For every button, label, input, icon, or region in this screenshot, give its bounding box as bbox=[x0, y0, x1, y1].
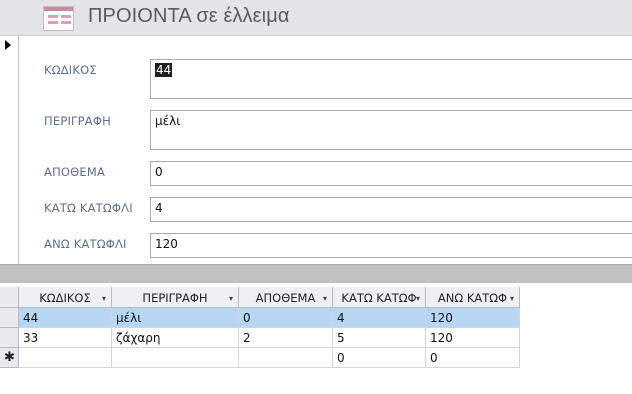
label-apothema: ΑΠΟΘΕΜΑ bbox=[44, 165, 106, 179]
label-kato-katofli: ΚΑΤΩ ΚΑΤΩΦΛΙ bbox=[44, 201, 133, 215]
cell-kato-katofli[interactable]: 4 bbox=[333, 308, 426, 328]
column-header-perigrafi[interactable]: ΠΕΡΙΓΡΑΦΗ ▾ bbox=[112, 287, 239, 308]
cell-kodikos[interactable]: 44 bbox=[19, 308, 112, 328]
sort-dropdown-icon[interactable]: ▾ bbox=[229, 294, 233, 303]
field-apothema[interactable]: 0 bbox=[150, 161, 632, 186]
field-ano-katofli-value: 120 bbox=[155, 237, 178, 251]
cell-apothema[interactable] bbox=[239, 348, 333, 368]
field-apothema-value: 0 bbox=[155, 165, 163, 179]
column-header-kato-katofli[interactable]: ΚΑΤΩ ΚΑΤΩΦ ▾ bbox=[333, 287, 426, 308]
cell-ano-katofli[interactable]: 120 bbox=[426, 328, 520, 348]
field-kato-katofli[interactable]: 4 bbox=[150, 197, 632, 222]
new-record-row[interactable]: ✱ 0 0 bbox=[0, 348, 520, 368]
datasheet: ΚΩΔΙΚΟΣ ▾ ΠΕΡΙΓΡΑΦΗ ▾ ΑΠΟΘΕΜΑ ▾ ΚΑΤΩ ΚΑΤΩΦ ▾… bbox=[0, 283, 632, 394]
label-kodikos: ΚΩΔΙΚΟΣ bbox=[44, 63, 97, 77]
select-all-corner[interactable] bbox=[0, 287, 19, 308]
label-ano-katofli: ΑΝΩ ΚΑΤΩΦΛΙ bbox=[44, 237, 127, 251]
cell-apothema[interactable]: 0 bbox=[239, 308, 333, 328]
cell-kato-katofli[interactable]: 5 bbox=[333, 328, 426, 348]
field-perigrafi[interactable]: μέλι bbox=[150, 110, 632, 150]
sort-dropdown-icon[interactable]: ▾ bbox=[323, 294, 327, 303]
row-selector[interactable]: ✱ bbox=[0, 348, 19, 368]
table-row[interactable]: 33 ζάχαρη 2 5 120 bbox=[0, 328, 520, 348]
form-icon bbox=[43, 6, 74, 31]
column-header-apothema[interactable]: ΑΠΟΘΕΜΑ ▾ bbox=[239, 287, 333, 308]
form-header: ΠΡΟΙΟΝΤΑ σε έλλειμα bbox=[0, 0, 632, 36]
row-selector[interactable] bbox=[0, 308, 19, 328]
split-form-splitter[interactable] bbox=[0, 264, 632, 283]
new-record-icon: ✱ bbox=[4, 350, 15, 365]
field-kodikos[interactable]: 44 bbox=[150, 59, 632, 99]
sort-dropdown-icon[interactable]: ▾ bbox=[102, 294, 106, 303]
datasheet-header-row: ΚΩΔΙΚΟΣ ▾ ΠΕΡΙΓΡΑΦΗ ▾ ΑΠΟΘΕΜΑ ▾ ΚΑΤΩ ΚΑΤΩΦ ▾… bbox=[0, 287, 520, 308]
column-header-kodikos[interactable]: ΚΩΔΙΚΟΣ ▾ bbox=[19, 287, 112, 308]
cell-kato-katofli[interactable]: 0 bbox=[333, 348, 426, 368]
column-header-ano-katofli[interactable]: ΑΝΩ ΚΑΤΩΦ ▾ bbox=[426, 287, 520, 308]
cell-ano-katofli[interactable]: 0 bbox=[426, 348, 520, 368]
sort-dropdown-icon[interactable]: ▾ bbox=[510, 294, 514, 303]
sort-dropdown-icon[interactable]: ▾ bbox=[416, 294, 420, 303]
table-row[interactable]: 44 μέλι 0 4 120 bbox=[0, 308, 520, 328]
cell-kodikos[interactable]: 33 bbox=[19, 328, 112, 348]
form-title: ΠΡΟΙΟΝΤΑ σε έλλειμα bbox=[88, 5, 290, 27]
record-selector[interactable] bbox=[0, 36, 19, 264]
label-perigrafi: ΠΕΡΙΓΡΑΦΗ bbox=[44, 114, 111, 128]
cell-perigrafi[interactable] bbox=[112, 348, 239, 368]
cell-ano-katofli[interactable]: 120 bbox=[426, 308, 520, 328]
cell-kodikos[interactable] bbox=[19, 348, 112, 368]
field-kodikos-value: 44 bbox=[155, 63, 173, 77]
cell-perigrafi[interactable]: μέλι bbox=[112, 308, 239, 328]
cell-apothema[interactable]: 2 bbox=[239, 328, 333, 348]
field-kato-katofli-value: 4 bbox=[155, 201, 163, 215]
cell-perigrafi[interactable]: ζάχαρη bbox=[112, 328, 239, 348]
row-selector[interactable] bbox=[0, 328, 19, 348]
field-ano-katofli[interactable]: 120 bbox=[150, 233, 632, 258]
field-perigrafi-value: μέλι bbox=[155, 114, 181, 128]
current-record-arrow-icon bbox=[5, 40, 11, 50]
